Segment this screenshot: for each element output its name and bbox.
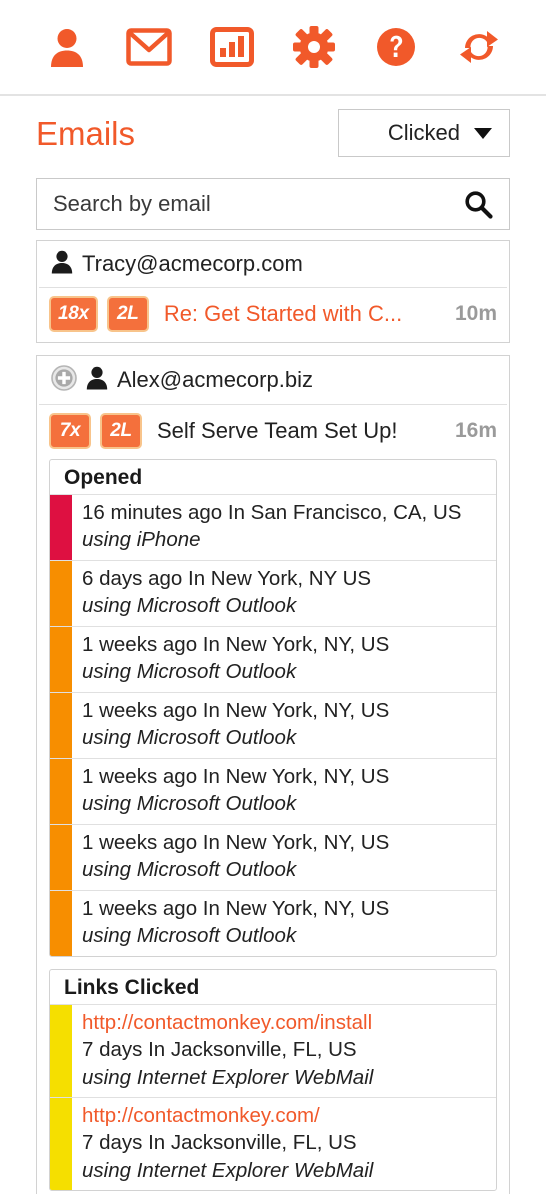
event-client: using Microsoft Outlook bbox=[82, 924, 297, 948]
email-card[interactable]: Tracy@acmecorp.com 18x 2L Re: Get Started w… bbox=[36, 240, 510, 343]
email-subject[interactable]: Self Serve Team Set Up! bbox=[157, 418, 440, 444]
event-row: 1 weeks ago In New York, NY, US using Mic… bbox=[50, 757, 496, 824]
event-row: 6 days ago In New York, NY US using Micro… bbox=[50, 559, 496, 626]
event-recency-bar bbox=[50, 758, 72, 824]
event-time-location: 1 weeks ago In New York, NY, US bbox=[82, 896, 390, 920]
event-body: 1 weeks ago In New York, NY, US using Mic… bbox=[72, 891, 395, 956]
event-client: using Internet Explorer WebMail bbox=[82, 1158, 374, 1182]
event-client: using iPhone bbox=[82, 528, 201, 552]
event-body: 6 days ago In New York, NY US using Micro… bbox=[72, 561, 377, 626]
event-row: http://contactmonkey.com/7 days In Jacks… bbox=[50, 1096, 496, 1191]
event-body: 16 minutes ago In San Francisco, CA, US u… bbox=[72, 495, 467, 560]
person-icon[interactable] bbox=[39, 19, 95, 75]
page-header: Emails Clicked bbox=[0, 96, 546, 170]
metric-badge: 7x bbox=[49, 413, 91, 449]
person-silhouette-icon bbox=[86, 366, 108, 395]
clicked-link-url[interactable]: http://contactmonkey.com/install bbox=[82, 1009, 373, 1036]
event-body: http://contactmonkey.com/install 7 days I… bbox=[72, 1005, 379, 1097]
email-address: Alex@acmecorp.biz bbox=[117, 367, 313, 393]
event-client: using Microsoft Outlook bbox=[82, 594, 297, 618]
event-recency-bar bbox=[50, 692, 72, 758]
event-client: using Microsoft Outlook bbox=[82, 660, 297, 684]
person-silhouette-icon bbox=[86, 366, 108, 390]
metric-badge: 2L bbox=[100, 413, 142, 449]
email-address: Tracy@acmecorp.com bbox=[82, 251, 303, 277]
event-recency-bar bbox=[50, 1004, 72, 1097]
help-icon-glyph bbox=[377, 28, 416, 66]
event-row: 1 weeks ago In New York, NY, US using Mic… bbox=[50, 823, 496, 890]
event-body: 1 weeks ago In New York, NY, US using Mic… bbox=[72, 693, 395, 758]
search-input[interactable] bbox=[51, 190, 463, 218]
email-subject-row[interactable]: 7x 2L Self Serve Team Set Up! 16m bbox=[37, 405, 509, 459]
event-time-location: 1 weeks ago In New York, NY, US bbox=[82, 632, 390, 656]
metric-badge: 2L bbox=[106, 296, 149, 332]
person-silhouette-icon bbox=[51, 250, 73, 279]
event-row: 1 weeks ago In New York, NY, US using Mic… bbox=[50, 691, 496, 758]
add-circle-icon[interactable] bbox=[51, 365, 77, 391]
event-panel-title: Opened bbox=[64, 466, 143, 489]
gear-icon[interactable] bbox=[286, 19, 342, 75]
status-filter-select[interactable]: Clicked bbox=[338, 109, 510, 157]
email-tracking-panel: Emails Clicked Tracy@acmecorp.com18x2LRe… bbox=[0, 0, 546, 1194]
event-recency-bar bbox=[50, 560, 72, 626]
person-silhouette-icon bbox=[51, 250, 73, 274]
event-time-location: 7 days In Jacksonville, FL, US bbox=[82, 1038, 357, 1062]
add-circle-icon[interactable] bbox=[51, 365, 77, 396]
event-client: using Microsoft Outlook bbox=[82, 792, 297, 816]
event-row: http://contactmonkey.com/install 7 days I… bbox=[50, 1003, 496, 1097]
event-body: 1 weeks ago In New York, NY, US using Mic… bbox=[72, 627, 395, 692]
event-body: 1 weeks ago In New York, NY, US using Mic… bbox=[72, 759, 395, 824]
event-recency-bar bbox=[50, 890, 72, 956]
event-time-location: 6 days ago In New York, NY US bbox=[82, 566, 372, 590]
event-row: 1 weeks ago In New York, NY, US using Mic… bbox=[50, 625, 496, 692]
help-icon[interactable] bbox=[368, 19, 424, 75]
email-card-header[interactable]: Tracy@acmecorp.com bbox=[39, 241, 507, 288]
status-filter-value: Clicked bbox=[387, 120, 460, 145]
event-client: using Microsoft Outlook bbox=[82, 858, 297, 882]
email-card-header[interactable]: Alex@acmecorp.biz bbox=[39, 356, 507, 405]
email-list: Tracy@acmecorp.com 18x 2L Re: Get Started w… bbox=[0, 230, 546, 1194]
search-box[interactable] bbox=[36, 178, 510, 230]
event-recency-bar bbox=[50, 495, 72, 560]
event-recency-bar bbox=[50, 626, 72, 692]
clicked-link-url[interactable]: http://contactmonkey.com/ bbox=[82, 1102, 373, 1129]
email-age: 16m bbox=[454, 419, 497, 442]
refresh-icon[interactable] bbox=[451, 19, 507, 75]
chevron-down-icon bbox=[474, 127, 492, 139]
search-icon[interactable] bbox=[463, 189, 493, 219]
bar-chart-icon[interactable] bbox=[204, 19, 260, 75]
event-recency-bar bbox=[50, 1097, 72, 1191]
event-panel: Opened 16 minutes ago In San Francisco, C… bbox=[49, 459, 497, 957]
search-section bbox=[0, 170, 546, 230]
main-toolbar bbox=[0, 0, 546, 96]
refresh-icon-glyph bbox=[459, 31, 498, 63]
event-body: http://contactmonkey.com/7 days In Jacks… bbox=[72, 1098, 379, 1190]
envelope-icon[interactable] bbox=[121, 19, 177, 75]
email-card[interactable]: Alex@acmecorp.biz 7x 2L Self Serve Team Set… bbox=[36, 355, 510, 1194]
event-panel-title: Links Clicked bbox=[64, 975, 200, 999]
event-client: using Microsoft Outlook bbox=[82, 726, 297, 750]
event-body: 1 weeks ago In New York, NY, US using Mic… bbox=[72, 825, 395, 890]
bar-chart-icon-glyph bbox=[209, 27, 254, 67]
email-age: 10m bbox=[454, 302, 497, 325]
event-time-location: 1 weeks ago In New York, NY, US bbox=[82, 764, 390, 788]
event-recency-bar bbox=[50, 824, 72, 890]
event-row: 1 weeks ago In New York, NY, US using Mic… bbox=[50, 889, 496, 956]
envelope-icon-glyph bbox=[126, 28, 173, 66]
event-time-location: 7 days In Jacksonville, FL, US bbox=[82, 1131, 357, 1155]
email-subject[interactable]: Re: Get Started with C... bbox=[164, 301, 440, 327]
event-time-location: 1 weeks ago In New York, NY, US bbox=[82, 830, 390, 854]
event-panel: Links Clicked http://contactmonkey.com/in… bbox=[49, 968, 497, 1192]
event-row: 16 minutes ago In San Francisco, CA, US u… bbox=[50, 494, 496, 560]
page-title: Emails bbox=[36, 114, 136, 152]
event-time-location: 16 minutes ago In San Francisco, CA, US bbox=[82, 501, 462, 524]
event-time-location: 1 weeks ago In New York, NY, US bbox=[82, 698, 390, 722]
metric-badge: 18x bbox=[49, 296, 98, 332]
email-subject-row[interactable]: 18x 2L Re: Get Started with C... 10m bbox=[37, 288, 509, 342]
event-client: using Internet Explorer WebMail bbox=[82, 1065, 374, 1089]
gear-icon-glyph bbox=[293, 26, 336, 68]
person-icon-glyph bbox=[51, 29, 84, 67]
